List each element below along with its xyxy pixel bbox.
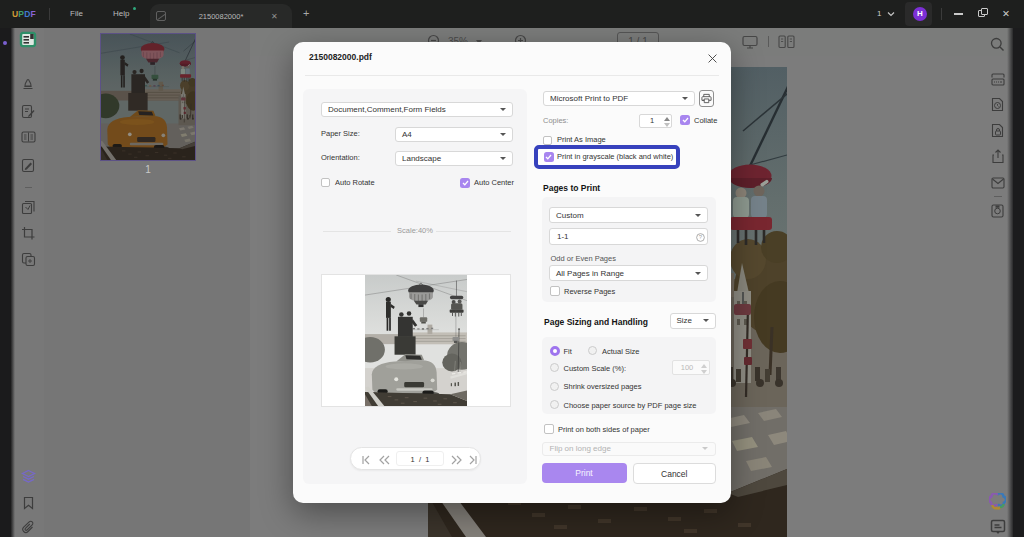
svg-text:?: ? — [699, 234, 703, 240]
